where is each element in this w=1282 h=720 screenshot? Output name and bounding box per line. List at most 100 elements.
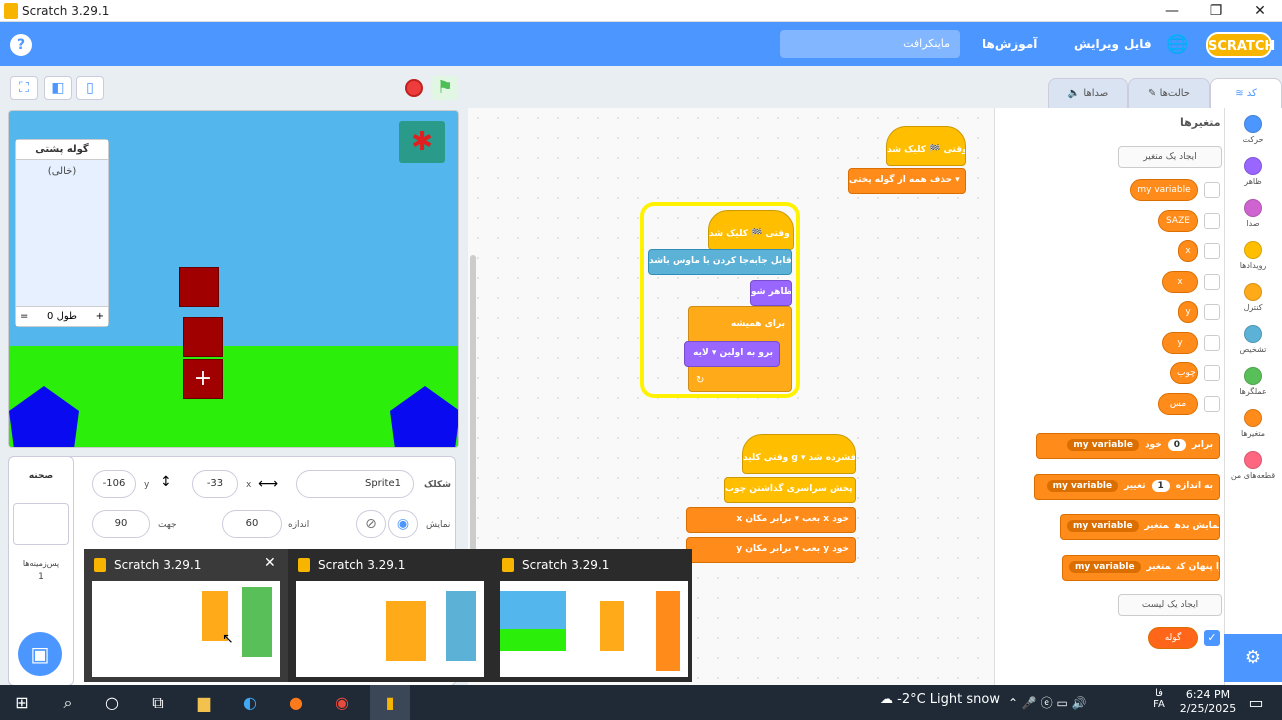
- variable-reporter[interactable]: y: [1178, 301, 1198, 323]
- palette-variable-block[interactable]: my variable برابر 0 خود: [1036, 433, 1220, 459]
- variable-checkbox[interactable]: [1204, 212, 1220, 229]
- variable-checkbox[interactable]: [1204, 365, 1220, 381]
- variable-reporter[interactable]: x: [1178, 240, 1198, 262]
- category-8[interactable]: قطعه‌های من: [1224, 451, 1282, 480]
- variable-reporter[interactable]: SAZE: [1158, 209, 1198, 232]
- variable-reporter[interactable]: مس شدن: [1158, 392, 1198, 429]
- block-number-input[interactable]: 1: [1151, 479, 1170, 492]
- category-0[interactable]: حرکت: [1224, 115, 1282, 144]
- variable-reporter[interactable]: y بعب: [1162, 331, 1198, 368]
- tab-code[interactable]: ≋ کد: [1210, 78, 1282, 108]
- category-7[interactable]: متغیرها: [1224, 409, 1282, 438]
- list-reporter[interactable]: گوله پختی: [1148, 627, 1198, 663]
- project-title-input[interactable]: ماینکرافت: [780, 30, 960, 58]
- category-4[interactable]: کنترل: [1224, 283, 1282, 312]
- edge-icon[interactable]: ◐: [236, 689, 264, 717]
- stop-icon[interactable]: [405, 79, 423, 97]
- set-variable-block[interactable]: y بعب ▾ برابر مکان y خود: [686, 537, 856, 563]
- code-vertical-scrollbar[interactable]: [470, 255, 476, 560]
- category-1[interactable]: ظاهر: [1224, 157, 1282, 186]
- set-variable-block[interactable]: x بعب ▾ برابر مکان x خود: [686, 507, 856, 533]
- windows-start-icon[interactable]: ⊞: [8, 689, 36, 717]
- y-input[interactable]: -106: [92, 470, 136, 498]
- show-block[interactable]: ظاهر شو: [750, 280, 792, 306]
- blue-house-left[interactable]: [9, 386, 79, 448]
- small-stage-icon[interactable]: ▯: [76, 76, 104, 100]
- variable-checkbox[interactable]: [1204, 182, 1220, 198]
- tray-icons[interactable]: ⌃ 🎤 ⓔ ▭ 🔊: [1008, 694, 1087, 711]
- preview-window[interactable]: Scratch 3.29.1: [288, 549, 492, 682]
- scratch-logo[interactable]: SCRATCH: [1206, 32, 1275, 58]
- help-icon[interactable]: ?: [10, 34, 32, 56]
- choose-sprite-icon[interactable]: ▣: [18, 632, 62, 676]
- palette-variable-block[interactable]: my variable را نمایش بده متغیر: [1060, 514, 1220, 540]
- block-variable-dropdown[interactable]: my variable: [1067, 520, 1139, 532]
- stage-canvas[interactable]: گوله پشتی (خالی) = طول 0 + ✱ +: [8, 110, 459, 448]
- variable-checkbox[interactable]: [1204, 304, 1220, 320]
- system-clock[interactable]: 6:24 PM 2/25/2025: [1178, 688, 1238, 716]
- x-input[interactable]: -33: [192, 470, 238, 498]
- extensions-icon[interactable]: ⚙: [1224, 634, 1282, 682]
- palette-variable-block[interactable]: my variable را پنهان کن متغیر: [1062, 554, 1220, 581]
- preview-window[interactable]: Scratch 3.29.1: [492, 549, 696, 682]
- tab-costumes[interactable]: ✎ حالت‌ها: [1128, 78, 1210, 108]
- scratch-taskbar-icon[interactable]: ▮: [370, 685, 410, 720]
- category-2[interactable]: صدا: [1224, 199, 1282, 228]
- fullscreen-icon[interactable]: ⛶: [10, 76, 38, 100]
- minimize-button[interactable]: —: [1150, 0, 1194, 22]
- tab-sounds[interactable]: 🔈 صداها: [1048, 78, 1128, 108]
- input-language[interactable]: فا FA: [1148, 688, 1170, 710]
- category-5[interactable]: تشخیص: [1224, 325, 1282, 354]
- list-resize-equals[interactable]: =: [20, 307, 28, 327]
- backdrop-thumbnail[interactable]: [13, 503, 69, 545]
- block-variable-dropdown[interactable]: my variable: [1067, 439, 1139, 451]
- red-block-sprite[interactable]: +: [183, 359, 223, 399]
- block-variable-dropdown[interactable]: my variable: [1046, 479, 1119, 492]
- make-list-button[interactable]: ایجاد یک لیست: [1118, 594, 1222, 616]
- size-input[interactable]: 60: [222, 510, 282, 538]
- maximize-button[interactable]: ❐: [1194, 0, 1238, 22]
- crab-sprite[interactable]: ✱: [399, 121, 445, 163]
- green-flag-icon[interactable]: ⚑: [432, 76, 458, 100]
- category-6[interactable]: عملگرها: [1224, 367, 1282, 396]
- make-variable-button[interactable]: ایجاد یک متغیر: [1118, 146, 1222, 168]
- red-block-sprite[interactable]: [179, 267, 219, 307]
- red-block-sprite[interactable]: [183, 317, 223, 357]
- firefox-icon[interactable]: ●: [282, 689, 310, 717]
- variable-reporter[interactable]: my variable: [1130, 179, 1198, 201]
- chrome-icon[interactable]: ◉: [328, 689, 356, 717]
- large-stage-icon[interactable]: ◧: [44, 76, 72, 100]
- task-view-icon[interactable]: ⧉: [144, 689, 172, 717]
- blue-house-right[interactable]: [390, 386, 459, 448]
- direction-input[interactable]: 90: [92, 510, 150, 538]
- preview-window[interactable]: Scratch 3.29.1 ✕: [84, 549, 288, 682]
- language-globe-icon[interactable]: 🌐: [1166, 34, 1188, 55]
- close-button[interactable]: ✕: [1238, 0, 1282, 22]
- variable-checkbox[interactable]: [1204, 395, 1220, 412]
- when-key-pressed-hat[interactable]: وقتی کلید g ▾ فشرده شد: [742, 434, 856, 474]
- notifications-icon[interactable]: ▭: [1242, 689, 1270, 717]
- set-drag-mode-block[interactable]: قابل جابه‌جا کردن با ماوس باشد ▾: [648, 249, 792, 275]
- edit-menu[interactable]: ویرایش: [1074, 37, 1119, 51]
- tutorials-menu[interactable]: آموزش‌ها: [982, 37, 1037, 51]
- file-explorer-icon[interactable]: ▆: [190, 689, 218, 717]
- variable-reporter[interactable]: چوب: [1170, 362, 1198, 384]
- variable-reporter[interactable]: x بعب: [1162, 270, 1198, 307]
- list-add-button[interactable]: +: [96, 307, 104, 327]
- delete-all-of-list-block[interactable]: حذف همه از گوله پختی ▾: [848, 168, 966, 194]
- list-checkbox[interactable]: ✓: [1204, 630, 1220, 646]
- hide-eye-icon[interactable]: ⊘: [356, 510, 386, 538]
- show-visible-icon[interactable]: ◉: [388, 510, 418, 538]
- file-menu[interactable]: فایل: [1124, 37, 1152, 51]
- category-3[interactable]: رویدادها: [1224, 241, 1282, 270]
- when-flag-clicked-hat[interactable]: وقتی 🏁 کلیک شد: [708, 210, 794, 250]
- variable-checkbox[interactable]: [1204, 273, 1220, 290]
- block-variable-dropdown[interactable]: my variable: [1069, 560, 1141, 573]
- palette-variable-block[interactable]: my variable به اندازه 1 تغییر: [1034, 473, 1220, 500]
- search-icon[interactable]: ⌕: [54, 689, 82, 717]
- sprite-name-input[interactable]: Sprite1: [296, 470, 414, 498]
- variable-checkbox[interactable]: [1204, 243, 1220, 259]
- weather-widget[interactable]: ☁ -2°C Light snow: [880, 692, 1000, 707]
- block-number-input[interactable]: 0: [1167, 439, 1186, 451]
- cortana-icon[interactable]: ○: [98, 689, 126, 717]
